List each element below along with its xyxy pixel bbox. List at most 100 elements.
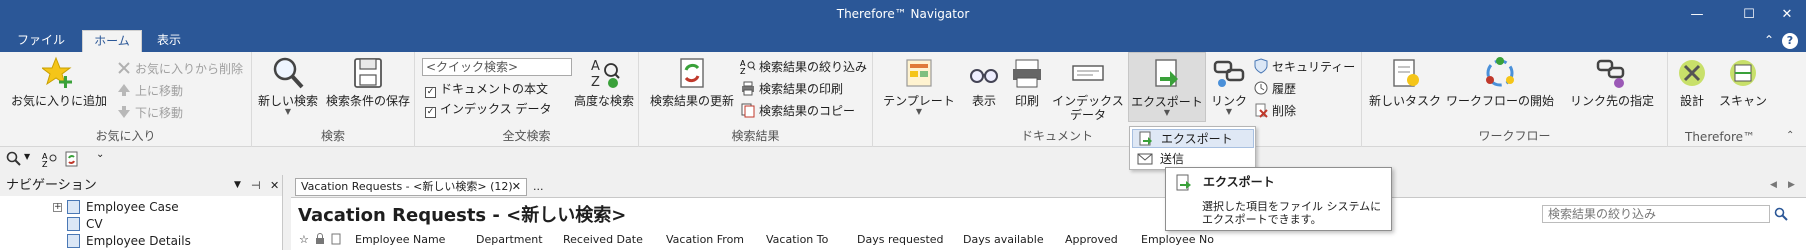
tooltip-title: エクスポート [1203, 175, 1275, 189]
column-approved[interactable]: Approved [1065, 232, 1118, 248]
advanced-search-button[interactable]: AZ 高度な検索 [571, 56, 637, 108]
maximize-button[interactable]: ☐ [1734, 4, 1764, 26]
group-favorites-label: お気に入り [95, 129, 156, 143]
nav-item-cv[interactable]: CV [67, 216, 103, 233]
nav-item-employee-case[interactable]: + Employee Case [53, 199, 179, 216]
template-dropdown-arrow: ▼ [915, 107, 923, 116]
quick-access-toolbar: ▼ AZ ⌄ [0, 148, 1806, 170]
remove-from-favorites-button[interactable]: お気に入りから削除 [116, 60, 243, 79]
move-up-button[interactable]: 上に移動 [116, 82, 183, 101]
document-tab-overflow[interactable]: ... [533, 180, 544, 193]
column-days-requested[interactable]: Days requested [857, 232, 944, 248]
column-received-date[interactable]: Received Date [563, 232, 643, 248]
move-down-button[interactable]: 下に移動 [116, 104, 183, 123]
document-body-checkbox[interactable]: ✓ ドキュメントの本文 [425, 80, 548, 99]
index-data-button[interactable]: インデックス データ [1050, 56, 1126, 122]
floppy-disk-icon [351, 56, 385, 90]
filter-search-icon[interactable] [1774, 207, 1788, 224]
export-dropdown-menu: エクスポート 送信 [1129, 126, 1256, 170]
index-data-checkbox[interactable]: ✓ インデックス データ [425, 100, 551, 119]
navigation-menu-icon[interactable]: ▼ [234, 175, 241, 196]
group-therefore: 設計 スキャン Therefore™ [1668, 52, 1772, 147]
group-workflow: 新しいタスク ワークフローの開始 リンク先の指定 ワークフロー [1362, 52, 1668, 147]
dropdown-item-export[interactable]: エクスポート [1132, 129, 1254, 148]
link-target-icon [1595, 56, 1629, 90]
copy-results-button[interactable]: 検索結果のコピー [740, 102, 855, 121]
document-tab-close-icon[interactable]: ✕ [512, 179, 521, 195]
refresh-icon [675, 56, 709, 90]
column-vacation-from[interactable]: Vacation From [666, 232, 744, 248]
printer-large-icon [1010, 56, 1044, 90]
start-workflow-button[interactable]: ワークフローの開始 [1445, 56, 1555, 108]
save-search-conditions-button[interactable]: 検索条件の保存 [324, 56, 412, 108]
qat-customize-icon[interactable]: ⌄ [96, 149, 104, 160]
remove-from-favorites-label: お気に入りから削除 [135, 62, 244, 76]
column-lock-icon[interactable] [315, 232, 325, 248]
category-icon [67, 217, 80, 231]
view-button[interactable]: 表示 [964, 56, 1004, 108]
export-button[interactable]: エクスポート ▼ [1128, 52, 1206, 122]
column-department[interactable]: Department [476, 232, 543, 248]
qat-refresh-icon[interactable] [64, 151, 80, 170]
help-button[interactable]: ? [1782, 33, 1798, 49]
new-task-button[interactable]: 新しいタスク [1368, 56, 1442, 108]
column-vacation-to[interactable]: Vacation To [766, 232, 828, 248]
history-button[interactable]: 履歴 [1253, 80, 1296, 99]
collapse-ribbon-icon[interactable]: ⌃ [1764, 33, 1774, 47]
menu-tab-bar: ファイル ホーム 表示 ⌃ ? [0, 30, 1806, 52]
link-target-button[interactable]: リンク先の指定 [1565, 56, 1659, 108]
ribbon-collapse-icon[interactable]: ⌃ [1786, 130, 1794, 141]
copy-results-label: 検索結果のコピー [759, 104, 856, 118]
delete-button[interactable]: 削除 [1253, 102, 1296, 121]
navigation-close-icon[interactable]: ✕ [270, 175, 279, 196]
magnifier-icon [271, 56, 305, 90]
qat-search-dropdown-icon[interactable]: ▼ [24, 152, 30, 161]
minimize-button[interactable]: — [1682, 4, 1712, 26]
column-document-icon[interactable] [331, 232, 341, 248]
ribbon: お気に入りに追加 お気に入りから削除 上に移動 下に移動 お気に入り 新しい検索… [0, 52, 1806, 147]
tab-scroll-right-icon[interactable]: ▶ [1788, 180, 1795, 190]
document-tab-vacation-requests[interactable]: Vacation Requests - <新しい検索> (12) ✕ [295, 178, 527, 196]
template-icon [902, 56, 936, 90]
link-dropdown-arrow: ▼ [1225, 107, 1233, 116]
copy-icon [740, 102, 756, 118]
move-up-label: 上に移動 [135, 84, 184, 98]
column-days-available[interactable]: Days available [963, 232, 1044, 248]
close-button[interactable]: ✕ [1772, 4, 1802, 26]
expand-icon[interactable]: + [53, 203, 62, 212]
tab-file[interactable]: ファイル [8, 30, 74, 52]
print-button[interactable]: 印刷 [1007, 56, 1047, 108]
new-search-button[interactable]: 新しい検索 ▼ [255, 56, 321, 116]
qat-search-icon[interactable] [6, 151, 22, 170]
refresh-results-label: 検索結果の更新 [649, 94, 734, 108]
add-to-favorites-button[interactable]: お気に入りに追加 [6, 56, 112, 108]
security-button[interactable]: セキュリティー [1253, 58, 1355, 77]
index-data-label: インデックス データ [440, 102, 552, 116]
column-employee-no[interactable]: Employee No [1141, 232, 1214, 248]
move-down-label: 下に移動 [135, 106, 184, 120]
design-button[interactable]: 設計 [1670, 56, 1714, 108]
svg-text:Z: Z [591, 75, 600, 90]
quick-search-input[interactable]: <クイック検索> [422, 58, 572, 76]
window-title: Therefore™ Navigator [836, 7, 970, 21]
tab-view[interactable]: 表示 [146, 30, 192, 52]
refresh-results-button[interactable]: 検索結果の更新 [649, 56, 735, 108]
link-button[interactable]: リンク ▼ [1207, 56, 1251, 116]
scan-label: スキャン [1718, 94, 1767, 108]
nav-item-label: Employee Details [86, 234, 191, 248]
filter-results-button[interactable]: A Z 検索結果の絞り込み [740, 58, 867, 77]
column-favorite-icon[interactable]: ☆ [299, 232, 309, 248]
column-employee-name[interactable]: Employee Name [355, 232, 445, 248]
template-button[interactable]: テンプレート ▼ [882, 56, 956, 116]
qat-advanced-search-icon[interactable]: AZ [42, 151, 58, 170]
delete-label: 削除 [1272, 104, 1297, 118]
scan-button[interactable]: スキャン [1718, 56, 1768, 108]
print-results-button[interactable]: 検索結果の印刷 [740, 80, 843, 99]
nav-item-employee-details[interactable]: Employee Details [67, 233, 191, 250]
tab-scroll-left-icon[interactable]: ◀ [1770, 180, 1777, 190]
filter-results-input[interactable]: 検索結果の絞り込み [1542, 205, 1770, 223]
tab-home[interactable]: ホーム [82, 30, 142, 52]
arrow-down-icon [116, 104, 132, 120]
dropdown-item-export-label: エクスポート [1161, 132, 1233, 146]
navigation-pin-icon[interactable]: ⊣ [251, 175, 261, 196]
